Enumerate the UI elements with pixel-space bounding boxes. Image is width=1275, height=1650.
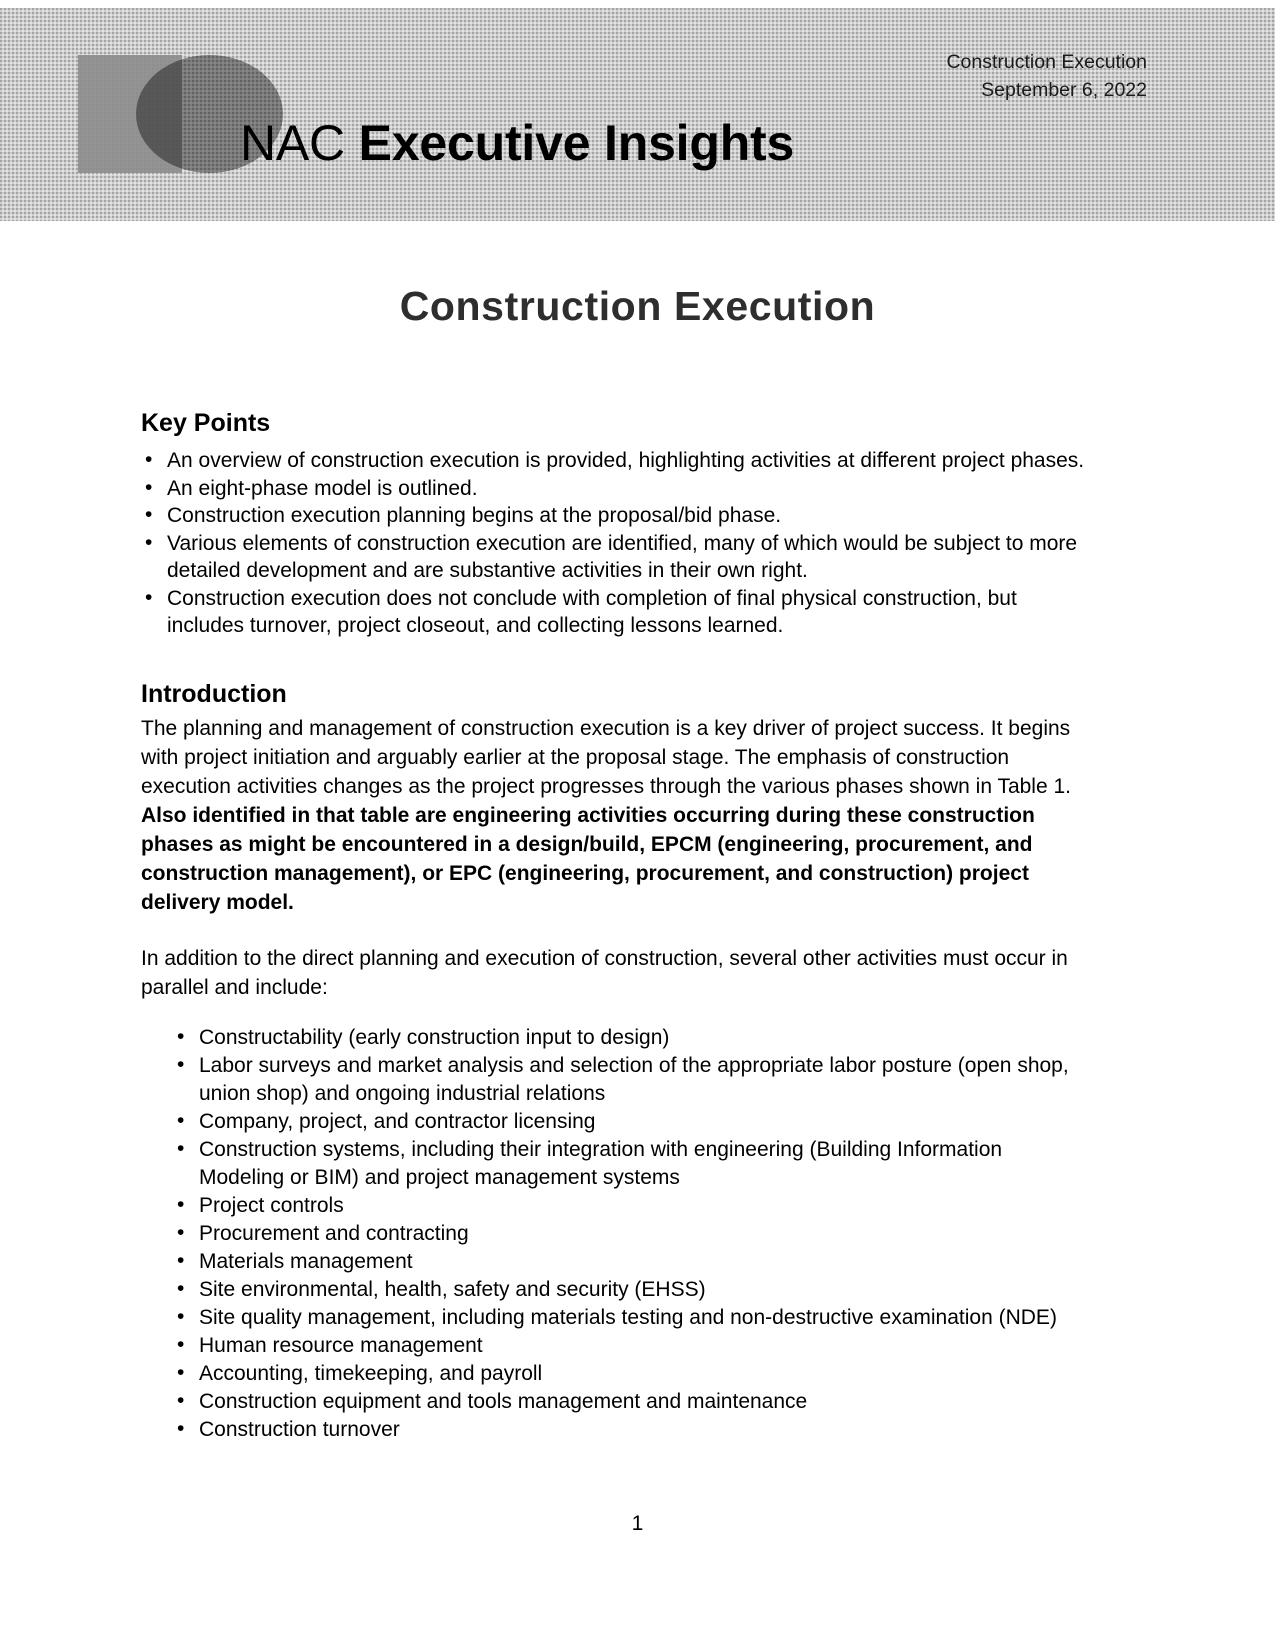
list-item: Procurement and contracting	[141, 1219, 1085, 1248]
list-item: Human resource management	[141, 1331, 1085, 1360]
list-item: Construction systems, including their in…	[141, 1135, 1085, 1192]
list-item: Accounting, timekeeping, and payroll	[141, 1359, 1085, 1388]
list-item: Construction turnover	[141, 1415, 1085, 1444]
list-item: Construction equipment and tools managem…	[141, 1387, 1085, 1416]
introduction-paragraph-2: In addition to the direct planning and e…	[141, 946, 1068, 999]
list-item: Construction execution does not conclude…	[141, 584, 1085, 640]
intro-p1-normal-text: The planning and management of construct…	[141, 716, 1071, 798]
introduction-paragraph-1: The planning and management of construct…	[141, 714, 1085, 917]
page-number: 1	[631, 1512, 644, 1535]
list-item: Labor surveys and market analysis and se…	[141, 1051, 1085, 1108]
list-item: Project controls	[141, 1191, 1085, 1220]
content-column: Key Points An overview of construction e…	[141, 330, 1085, 1444]
brand-title-executive-insights: Executive Insights	[358, 115, 795, 171]
list-item: Various elements of construction executi…	[141, 529, 1085, 585]
list-item: Construction execution planning begins a…	[141, 501, 1085, 530]
header-doc-name: Construction Execution	[946, 51, 1147, 73]
list-item: Site environmental, health, safety and s…	[141, 1275, 1085, 1304]
list-item: Site quality management, including mater…	[141, 1303, 1085, 1332]
key-points-heading: Key Points	[141, 409, 271, 437]
list-item: Company, project, and contractor licensi…	[141, 1107, 1085, 1136]
list-item: Materials management	[141, 1247, 1085, 1276]
key-points-list: An overview of construction execution is…	[141, 446, 1085, 640]
list-item: An eight-phase model is outlined.	[141, 474, 1085, 503]
page-body: Construction Execution Key Points An ove…	[0, 221, 1275, 1444]
intro-p1-bold-text: Also identified in that table are engine…	[141, 803, 1035, 914]
introduction-heading: Introduction	[141, 679, 287, 708]
header-meta: Construction Execution September 6, 2022	[946, 48, 1147, 104]
page-title: Construction Execution	[399, 283, 876, 329]
brand-title: NAC Executive Insights	[240, 118, 794, 168]
parallel-activities-list: Constructability (early construction inp…	[141, 1023, 1085, 1444]
page-header-band: NAC Executive Insights Construction Exec…	[0, 8, 1275, 221]
brand-title-nac: NAC	[240, 115, 359, 171]
list-item: An overview of construction execution is…	[141, 446, 1085, 475]
list-item: Constructability (early construction inp…	[141, 1023, 1085, 1052]
header-doc-date: September 6, 2022	[981, 79, 1147, 102]
